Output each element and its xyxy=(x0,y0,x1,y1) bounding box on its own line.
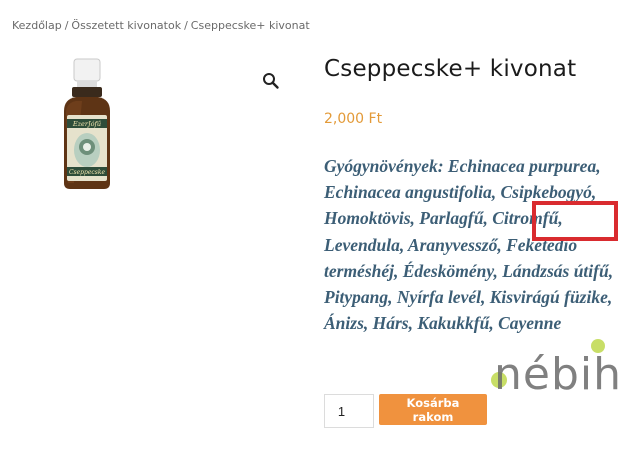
nebih-watermark: nébih xyxy=(488,333,638,400)
breadcrumb-category-link[interactable]: Összetett kivonatok xyxy=(71,19,181,32)
watermark-text: nébih xyxy=(494,349,622,399)
bottle-brand-text: EzerJófű xyxy=(72,119,102,128)
product-price: 2,000 Ft xyxy=(324,111,383,127)
bottle-product-text: Cseppecske xyxy=(69,169,106,176)
product-image[interactable]: EzerJófű Cseppecske xyxy=(52,55,122,195)
breadcrumb: Kezdőlap / Összetett kivonatok / Cseppecske+… xyxy=(12,19,310,32)
product-title: Cseppecske+ kivonat xyxy=(324,56,577,82)
breadcrumb-separator: / xyxy=(184,19,188,32)
add-to-cart-button[interactable]: Kosárba rakom xyxy=(379,394,487,425)
breadcrumb-separator: / xyxy=(64,19,69,32)
magnifier-icon[interactable] xyxy=(262,72,280,90)
breadcrumb-current: Cseppecske+ kivonat xyxy=(190,19,310,32)
highlight-annotation-box xyxy=(532,201,618,241)
bottle-illustration: EzerJófű Cseppecske xyxy=(64,58,110,189)
quantity-input[interactable] xyxy=(324,394,374,428)
breadcrumb-home-link[interactable]: Kezdőlap xyxy=(12,19,62,32)
product-page: Kezdőlap / Összetett kivonatok / Cseppecske+… xyxy=(0,0,644,455)
product-description: Gyógynövények: Echinacea purpurea, Echin… xyxy=(324,156,614,334)
